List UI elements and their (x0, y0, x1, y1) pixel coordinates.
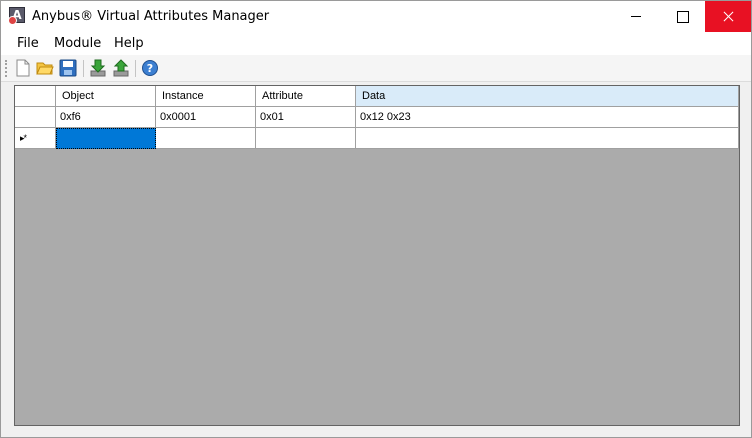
svg-text:?: ? (147, 62, 153, 75)
cell-object[interactable]: 0xf6 (56, 107, 156, 128)
menu-file[interactable]: File (17, 36, 39, 51)
toolbar: ? (1, 55, 751, 82)
grid-header-row: Object Instance Attribute Data (15, 86, 739, 107)
new-document-icon[interactable] (14, 59, 32, 77)
app-window: A Anybus® Virtual Attributes Manager Fil… (0, 0, 752, 438)
cell-attribute[interactable]: 0x01 (256, 107, 356, 128)
menu-bar: File Module Help (1, 32, 751, 55)
column-header-object[interactable]: Object (56, 86, 156, 107)
open-folder-icon[interactable] (36, 59, 54, 77)
new-row-indicator-icon[interactable]: ▸* (15, 128, 56, 149)
help-icon[interactable]: ? (141, 59, 159, 77)
table-row[interactable]: 0xf6 0x0001 0x01 0x12 0x23 (15, 107, 739, 128)
cell-attribute-new[interactable] (256, 128, 356, 149)
cell-data-new[interactable] (356, 128, 739, 149)
app-logo-icon: A (8, 7, 25, 25)
cell-data[interactable]: 0x12 0x23 (356, 107, 739, 128)
grid-corner-cell[interactable] (15, 86, 56, 107)
attributes-grid[interactable]: Object Instance Attribute Data 0xf6 0x00… (14, 85, 740, 426)
menu-help[interactable]: Help (114, 36, 144, 51)
toolbar-separator (135, 60, 136, 77)
cell-instance-new[interactable] (156, 128, 256, 149)
column-header-instance[interactable]: Instance (156, 86, 256, 107)
window-title: Anybus® Virtual Attributes Manager (32, 9, 270, 24)
new-row[interactable]: ▸* (15, 128, 739, 149)
row-header-cell[interactable] (15, 107, 56, 128)
cell-instance[interactable]: 0x0001 (156, 107, 256, 128)
toolbar-grip[interactable] (5, 60, 7, 77)
cell-object-new[interactable] (56, 128, 156, 149)
save-icon[interactable] (59, 59, 77, 77)
menu-module[interactable]: Module (54, 36, 101, 51)
download-icon[interactable] (89, 59, 107, 77)
close-button[interactable] (705, 1, 751, 32)
toolbar-separator (83, 60, 84, 77)
maximize-button[interactable] (659, 1, 705, 32)
minimize-button[interactable] (613, 1, 659, 32)
title-bar[interactable]: A Anybus® Virtual Attributes Manager (1, 1, 751, 32)
column-header-attribute[interactable]: Attribute (256, 86, 356, 107)
upload-icon[interactable] (112, 59, 130, 77)
column-header-data[interactable]: Data (356, 86, 739, 107)
